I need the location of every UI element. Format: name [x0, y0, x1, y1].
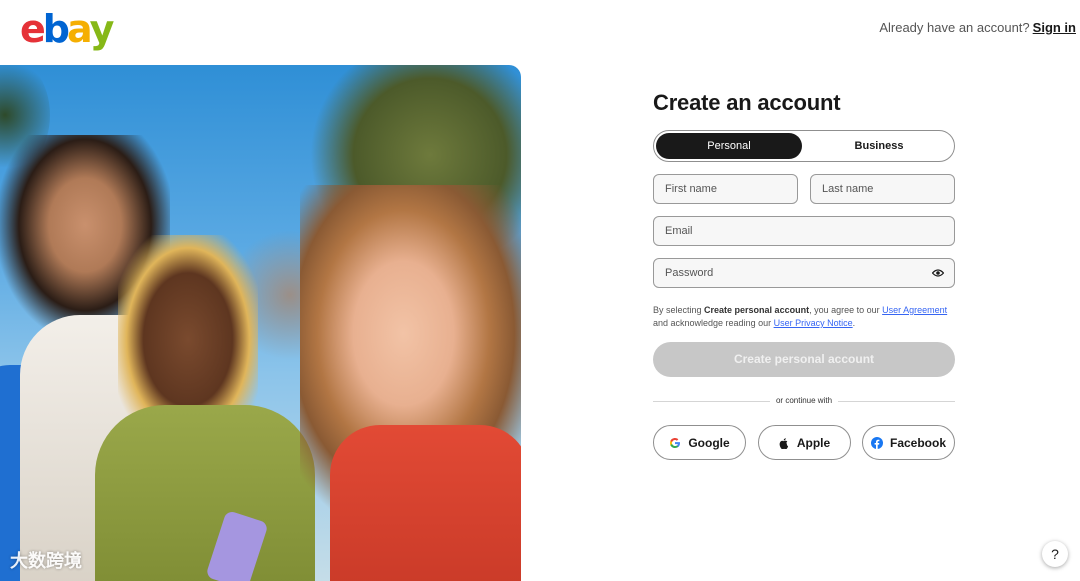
show-password-icon[interactable] [932, 268, 944, 278]
privacy-notice-link[interactable]: User Privacy Notice [774, 318, 853, 328]
password-field[interactable]: Password [653, 258, 955, 288]
legal-middle2: and acknowledge reading our [653, 318, 774, 328]
legal-suffix: . [852, 318, 856, 328]
page-title: Create an account [653, 90, 841, 115]
divider-text: or continue with [769, 395, 839, 407]
account-type-toggle: Personal Business [653, 130, 955, 162]
ebay-logo[interactable]: ebay [20, 7, 115, 51]
person-red-shirt [330, 425, 521, 581]
google-button[interactable]: Google [653, 425, 746, 460]
user-agreement-link[interactable]: User Agreement [882, 305, 947, 315]
signin-prompt: Already have an account? Sign in [879, 20, 1076, 35]
facebook-label: Facebook [889, 435, 946, 450]
signin-prompt-text: Already have an account? [879, 20, 1030, 35]
social-login-row: Google Apple Facebook [653, 425, 955, 460]
person-green-shirt [95, 405, 315, 581]
logo-letter-a: a [66, 7, 93, 51]
business-tab[interactable]: Business [806, 133, 952, 159]
site-header: ebay Already have an account? Sign in [0, 0, 1080, 60]
apple-icon [779, 437, 788, 449]
signin-link[interactable]: Sign in [1033, 20, 1076, 35]
email-field[interactable]: Email [653, 216, 955, 246]
signup-form: Create an account Personal Business Firs… [653, 88, 955, 460]
create-account-button[interactable]: Create personal account [653, 342, 955, 377]
google-icon [670, 437, 681, 448]
facebook-icon [870, 436, 883, 449]
first-name-field[interactable]: First name [653, 174, 798, 204]
continue-divider: or continue with [653, 395, 955, 407]
legal-prefix: By selecting [653, 305, 705, 315]
person-blonde-face [118, 235, 258, 425]
help-button[interactable]: ? [1042, 541, 1068, 567]
legal-notice: By selecting Create personal account, yo… [653, 304, 955, 330]
legal-bold: Create personal account [704, 305, 810, 315]
facebook-button[interactable]: Facebook [862, 425, 955, 460]
personal-tab[interactable]: Personal [656, 133, 802, 159]
logo-letter-b: b [42, 7, 70, 51]
watermark: 大数跨境 [10, 551, 82, 571]
password-placeholder: Password [665, 267, 714, 279]
logo-letter-y: y [89, 7, 115, 51]
hero-photo: 大数跨境 [0, 65, 521, 581]
legal-middle: , you agree to our [809, 305, 883, 315]
logo-letter-e: e [20, 7, 46, 51]
google-label: Google [688, 435, 730, 450]
last-name-field[interactable]: Last name [810, 174, 955, 204]
apple-button[interactable]: Apple [757, 425, 851, 460]
apple-label: Apple [796, 435, 831, 450]
